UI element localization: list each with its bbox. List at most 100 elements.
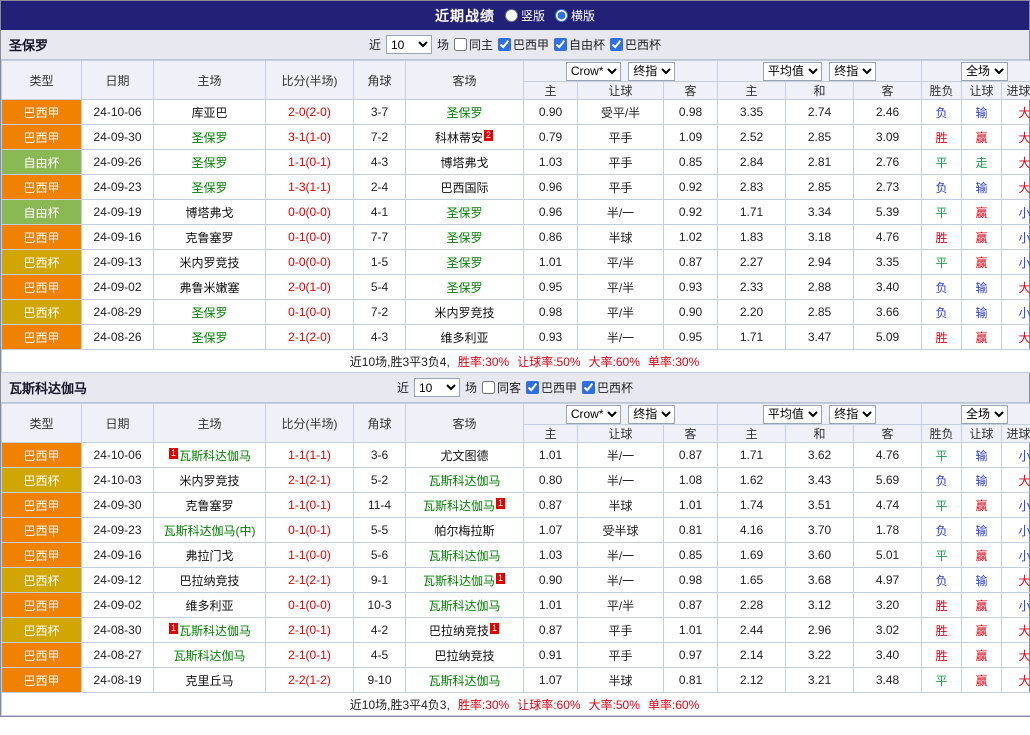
odds-stage-select[interactable]: 终指 bbox=[628, 405, 675, 424]
same-venue-checkbox[interactable] bbox=[482, 381, 495, 394]
league-filter-copa-brasil[interactable]: 巴西杯 bbox=[582, 379, 633, 396]
away-team-link[interactable]: 巴拉纳竞技 bbox=[434, 649, 494, 663]
away-team-link[interactable]: 帕尔梅拉斯 bbox=[434, 524, 494, 538]
score-link[interactable]: 2-1(0-1) bbox=[288, 623, 331, 637]
home-team-link[interactable]: 弗拉门戈 bbox=[185, 549, 233, 563]
home-team-link[interactable]: 圣保罗 bbox=[191, 156, 227, 170]
match-row: 巴西杯24-08-301瓦斯科达伽马2-1(0-1)4-2巴拉纳竞技10.87平… bbox=[2, 618, 1030, 643]
away-team-link[interactable]: 圣保罗 bbox=[446, 281, 482, 295]
home-team-link[interactable]: 米内罗竞技 bbox=[179, 256, 239, 270]
score-link[interactable]: 1-3(1-1) bbox=[288, 180, 331, 194]
same-venue-checkbox[interactable] bbox=[454, 38, 467, 51]
away-team-link[interactable]: 博塔弗戈 bbox=[440, 156, 488, 170]
home-team-link[interactable]: 巴拉纳竞技 bbox=[179, 574, 239, 588]
score-link[interactable]: 1-1(0-0) bbox=[288, 548, 331, 562]
layout-vertical-option[interactable]: 竖版 bbox=[505, 7, 545, 24]
same-venue-option[interactable]: 同主 bbox=[454, 36, 493, 53]
score-link[interactable]: 0-1(0-0) bbox=[288, 305, 331, 319]
away-team-link[interactable]: 瓦斯科达伽马 bbox=[423, 499, 495, 513]
corner-cell: 4-3 bbox=[354, 150, 406, 175]
scope-select[interactable]: 全场 bbox=[961, 405, 1008, 424]
home-team-link[interactable]: 弗鲁米嫩塞 bbox=[179, 281, 239, 295]
home-team-link[interactable]: 圣保罗 bbox=[191, 331, 227, 345]
home-team-link[interactable]: 维多利亚 bbox=[185, 599, 233, 613]
away-team-link[interactable]: 圣保罗 bbox=[446, 256, 482, 270]
away-team-link[interactable]: 尤文图德 bbox=[440, 449, 488, 463]
score-link[interactable]: 2-0(1-0) bbox=[288, 280, 331, 294]
score-link[interactable]: 2-1(2-0) bbox=[288, 330, 331, 344]
layout-vertical-radio[interactable] bbox=[505, 9, 518, 22]
score-link[interactable]: 0-0(0-0) bbox=[288, 205, 331, 219]
home-team-cell: 圣保罗 bbox=[154, 300, 266, 325]
home-team-link[interactable]: 瓦斯科达伽马(中) bbox=[164, 524, 256, 538]
league-filter-copa-brasil[interactable]: 巴西杯 bbox=[610, 36, 661, 53]
away-team-link[interactable]: 科林蒂安 bbox=[435, 131, 483, 145]
league-checkbox[interactable] bbox=[554, 38, 567, 51]
away-team-cell: 瓦斯科达伽马1 bbox=[406, 493, 524, 518]
away-team-link[interactable]: 巴西国际 bbox=[440, 181, 488, 195]
scope-select[interactable]: 全场 bbox=[961, 62, 1008, 81]
home-team-link[interactable]: 克里丘马 bbox=[185, 674, 233, 688]
recent-count-select[interactable]: 10 bbox=[414, 378, 460, 397]
red-card-badge: 2 bbox=[484, 130, 493, 141]
away-team-link[interactable]: 瓦斯科达伽马 bbox=[428, 599, 500, 613]
home-team-cell: 克鲁塞罗 bbox=[154, 225, 266, 250]
avg-stage-select[interactable]: 终指 bbox=[829, 62, 876, 81]
odds-source-select[interactable]: Crow* bbox=[566, 405, 621, 424]
result-goals: 小 bbox=[1002, 493, 1030, 518]
away-team-link[interactable]: 瓦斯科达伽马 bbox=[423, 574, 495, 588]
avg-source-select[interactable]: 平均值 bbox=[763, 405, 822, 424]
home-team-link[interactable]: 克鲁塞罗 bbox=[185, 231, 233, 245]
away-team-link[interactable]: 圣保罗 bbox=[446, 231, 482, 245]
league-checkbox[interactable] bbox=[526, 381, 539, 394]
score-link[interactable]: 1-1(1-1) bbox=[288, 448, 331, 462]
score-link[interactable]: 1-1(0-1) bbox=[288, 155, 331, 169]
league-filter-serie-a[interactable]: 巴西甲 bbox=[498, 36, 549, 53]
red-card-badge: 1 bbox=[169, 623, 178, 634]
away-team-link[interactable]: 瓦斯科达伽马 bbox=[428, 474, 500, 488]
away-team-link[interactable]: 圣保罗 bbox=[446, 206, 482, 220]
home-team-link[interactable]: 瓦斯科达伽马 bbox=[173, 649, 245, 663]
home-team-link[interactable]: 克鲁塞罗 bbox=[185, 499, 233, 513]
layout-horizontal-option[interactable]: 横版 bbox=[555, 7, 595, 24]
home-team-link[interactable]: 圣保罗 bbox=[191, 181, 227, 195]
score-link[interactable]: 2-2(1-2) bbox=[288, 673, 331, 687]
league-checkbox[interactable] bbox=[498, 38, 511, 51]
score-link[interactable]: 2-1(2-1) bbox=[288, 573, 331, 587]
home-team-link[interactable]: 瓦斯科达伽马 bbox=[179, 449, 251, 463]
score-link[interactable]: 2-1(2-1) bbox=[288, 473, 331, 487]
league-filter-libertadores[interactable]: 自由杯 bbox=[554, 36, 605, 53]
home-team-link[interactable]: 圣保罗 bbox=[191, 306, 227, 320]
home-team-link[interactable]: 圣保罗 bbox=[191, 131, 227, 145]
away-team-link[interactable]: 圣保罗 bbox=[446, 106, 482, 120]
away-team-link[interactable]: 维多利亚 bbox=[440, 331, 488, 345]
avg-stage-select[interactable]: 终指 bbox=[829, 405, 876, 424]
score-link[interactable]: 0-1(0-0) bbox=[288, 230, 331, 244]
same-venue-option[interactable]: 同客 bbox=[482, 379, 521, 396]
score-link[interactable]: 1-1(0-1) bbox=[288, 498, 331, 512]
score-link[interactable]: 0-1(0-1) bbox=[288, 523, 331, 537]
away-team-link[interactable]: 巴拉纳竞技 bbox=[429, 624, 489, 638]
away-team-link[interactable]: 瓦斯科达伽马 bbox=[428, 674, 500, 688]
home-team-link[interactable]: 库亚巴 bbox=[191, 106, 227, 120]
score-link[interactable]: 3-1(1-0) bbox=[288, 130, 331, 144]
home-team-link[interactable]: 瓦斯科达伽马 bbox=[179, 624, 251, 638]
odds-source-select[interactable]: Crow* bbox=[566, 62, 621, 81]
league-checkbox[interactable] bbox=[582, 381, 595, 394]
handicap-line: 平手 bbox=[578, 175, 664, 200]
league-checkbox[interactable] bbox=[610, 38, 623, 51]
away-team-link[interactable]: 米内罗竞技 bbox=[434, 306, 494, 320]
home-team-link[interactable]: 博塔弗戈 bbox=[185, 206, 233, 220]
score-link[interactable]: 2-1(0-1) bbox=[288, 648, 331, 662]
away-team-link[interactable]: 瓦斯科达伽马 bbox=[428, 549, 500, 563]
score-link[interactable]: 0-1(0-0) bbox=[288, 598, 331, 612]
subcol-result-wdl: 胜负 bbox=[922, 82, 962, 100]
avg-source-select[interactable]: 平均值 bbox=[763, 62, 822, 81]
layout-horizontal-radio[interactable] bbox=[555, 9, 568, 22]
recent-count-select[interactable]: 10 bbox=[386, 35, 432, 54]
odds-stage-select[interactable]: 终指 bbox=[628, 62, 675, 81]
league-filter-serie-a[interactable]: 巴西甲 bbox=[526, 379, 577, 396]
home-team-link[interactable]: 米内罗竞技 bbox=[179, 474, 239, 488]
score-link[interactable]: 0-0(0-0) bbox=[288, 255, 331, 269]
score-link[interactable]: 2-0(2-0) bbox=[288, 105, 331, 119]
